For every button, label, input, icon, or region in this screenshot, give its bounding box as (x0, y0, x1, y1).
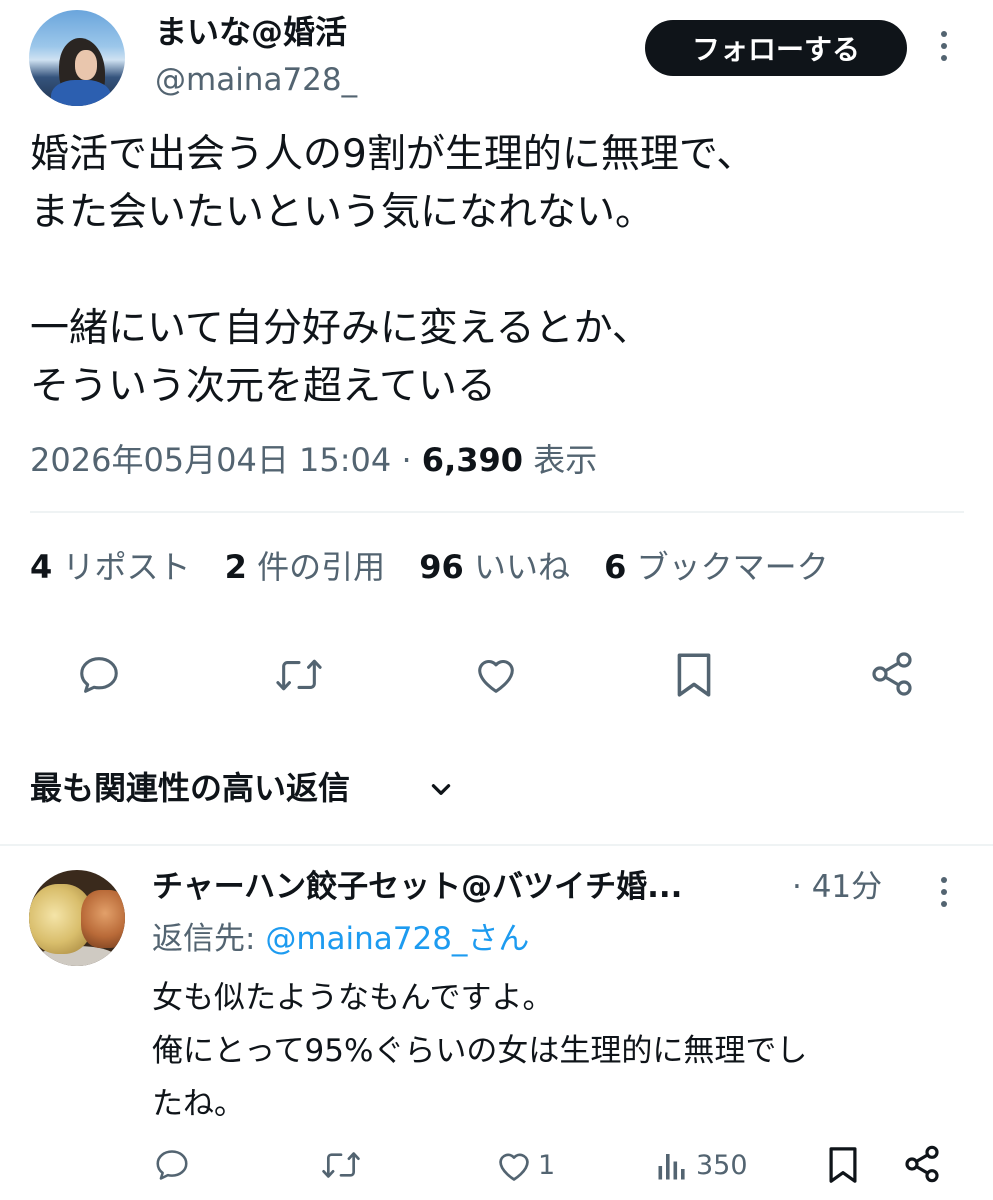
divider (30, 511, 964, 513)
reply-like-count: 1 (538, 1150, 556, 1181)
reply-retweet-icon[interactable] (320, 1146, 362, 1184)
reply-share-icon[interactable] (902, 1144, 942, 1184)
reply-views-button[interactable]: 350 (654, 1146, 748, 1186)
reply-timestamp[interactable]: · 41分 (792, 864, 882, 910)
meta-separator: · (401, 441, 412, 479)
author-display-name[interactable]: まいな@婚活 (155, 10, 347, 54)
analytics-icon (658, 1154, 685, 1180)
reply-text: 女も似たようなもんですよ。 俺にとって95%ぐらいの女は生理的に無理でし たね。 (152, 980, 808, 1122)
reply-reply-icon[interactable] (153, 1146, 191, 1184)
reply-like-button[interactable]: 1 (494, 1146, 555, 1186)
reply-to-label: 返信先: (152, 921, 266, 957)
reply-to-line: 返信先: @maina728_さん (152, 916, 529, 962)
reply-more-options-icon[interactable] (939, 877, 949, 907)
divider (0, 844, 993, 846)
retweet-icon[interactable] (274, 652, 324, 698)
reply-author-avatar[interactable] (29, 870, 125, 966)
views-label[interactable]: 表示 (533, 441, 597, 479)
engagement-stats: 4 リポスト 2 件の引用 96 いいね 6 ブックマーク (30, 541, 853, 593)
stat-quotes[interactable]: 2 件の引用 (225, 548, 385, 586)
reply-views-count: 350 (696, 1150, 748, 1181)
tweet-meta: 2026年05月04日 15:04 · 6,390 表示 (30, 436, 597, 484)
like-icon[interactable] (472, 652, 520, 698)
reply-author-display-name[interactable]: チャーハン餃子セット@バツイチ婚... (152, 864, 682, 910)
tweet-timestamp[interactable]: 2026年05月04日 15:04 (30, 441, 391, 479)
author-avatar[interactable] (29, 10, 125, 106)
more-options-icon[interactable] (939, 31, 949, 61)
bookmark-icon[interactable] (672, 650, 716, 700)
views-count[interactable]: 6,390 (422, 441, 523, 479)
reply-like-icon (499, 1153, 529, 1181)
author-handle[interactable]: @maina728_ (155, 58, 357, 102)
reply-icon[interactable] (76, 652, 122, 698)
stat-likes[interactable]: 96 いいね (419, 548, 570, 586)
reply-bookmark-icon[interactable] (826, 1144, 860, 1186)
share-icon[interactable] (868, 650, 916, 698)
stat-bookmarks[interactable]: 6 ブックマーク (604, 548, 828, 586)
follow-button[interactable]: フォローする (645, 20, 907, 76)
chevron-down-icon[interactable] (428, 776, 454, 802)
reply-to-mention[interactable]: @maina728_さん (265, 921, 529, 957)
tweet-text: 婚活で出会う人の9割が生理的に無理で、 また会いたいという気になれない。 一緒に… (30, 132, 756, 409)
reply-sort-label[interactable]: 最も関連性の高い返信 (30, 762, 350, 814)
stat-reposts[interactable]: 4 リポスト (30, 548, 190, 586)
